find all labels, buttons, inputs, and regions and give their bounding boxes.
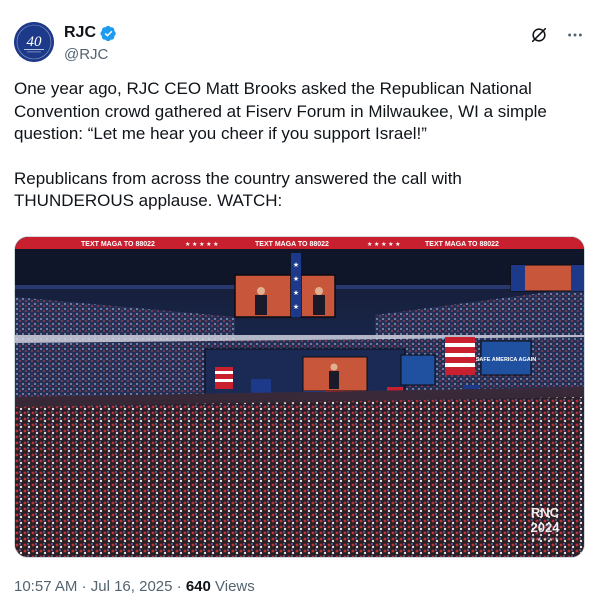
post-header: 40 RJC @RJC bbox=[14, 22, 586, 66]
verified-badge-icon bbox=[100, 25, 117, 42]
screen-text: SAFE AMERICA AGAIN bbox=[476, 357, 537, 363]
convention-video-frame: TEXT MAGA TO 88022 ★ ★ ★ ★ ★ TEXT MAGA T… bbox=[15, 237, 584, 557]
more-icon[interactable] bbox=[564, 24, 586, 46]
display-name[interactable]: RJC bbox=[64, 24, 96, 42]
grok-icon[interactable] bbox=[528, 24, 550, 46]
post-paragraph-1: One year ago, RJC CEO Matt Brooks asked … bbox=[14, 79, 547, 143]
svg-text:★ ★ ★ ★ ★: ★ ★ ★ ★ ★ bbox=[367, 241, 401, 248]
avatar[interactable]: 40 bbox=[14, 22, 54, 62]
svg-text:★: ★ bbox=[293, 289, 299, 297]
svg-text:★: ★ bbox=[293, 275, 299, 283]
author-names: RJC @RJC bbox=[64, 23, 117, 63]
svg-text:★ ★ ★ ★ ★: ★ ★ ★ ★ ★ bbox=[185, 241, 219, 248]
post-text: One year ago, RJC CEO Matt Brooks asked … bbox=[14, 78, 586, 213]
banner-text-2: TEXT MAGA TO 88022 bbox=[255, 241, 329, 248]
meta-separator: · bbox=[176, 578, 182, 595]
avatar-text: 40 bbox=[27, 34, 43, 50]
svg-text:★ ★ ★ ★ ★: ★ ★ ★ ★ ★ bbox=[531, 537, 559, 543]
watermark-rnc: RNC bbox=[531, 505, 560, 520]
header-actions bbox=[528, 24, 586, 46]
svg-text:★: ★ bbox=[293, 261, 299, 269]
watermark-year: 2024 bbox=[531, 520, 561, 535]
video-player[interactable]: TEXT MAGA TO 88022 ★ ★ ★ ★ ★ TEXT MAGA T… bbox=[14, 236, 585, 558]
post-meta: 10:57 AM · Jul 16, 2025 · 640 Views bbox=[14, 578, 255, 595]
post-paragraph-2: Republicans from across the country answ… bbox=[14, 168, 462, 211]
views-label: Views bbox=[215, 578, 255, 595]
post-time[interactable]: 10:57 AM bbox=[14, 578, 77, 595]
post-date[interactable]: Jul 16, 2025 bbox=[91, 578, 173, 595]
svg-text:★: ★ bbox=[293, 303, 299, 311]
meta-separator: · bbox=[81, 578, 87, 595]
handle[interactable]: @RJC bbox=[64, 46, 117, 63]
banner-text-3: TEXT MAGA TO 88022 bbox=[425, 241, 499, 248]
banner-text-1: TEXT MAGA TO 88022 bbox=[81, 241, 155, 248]
rjc-logo-icon: 40 bbox=[14, 22, 54, 62]
views-count: 640 bbox=[185, 578, 211, 595]
